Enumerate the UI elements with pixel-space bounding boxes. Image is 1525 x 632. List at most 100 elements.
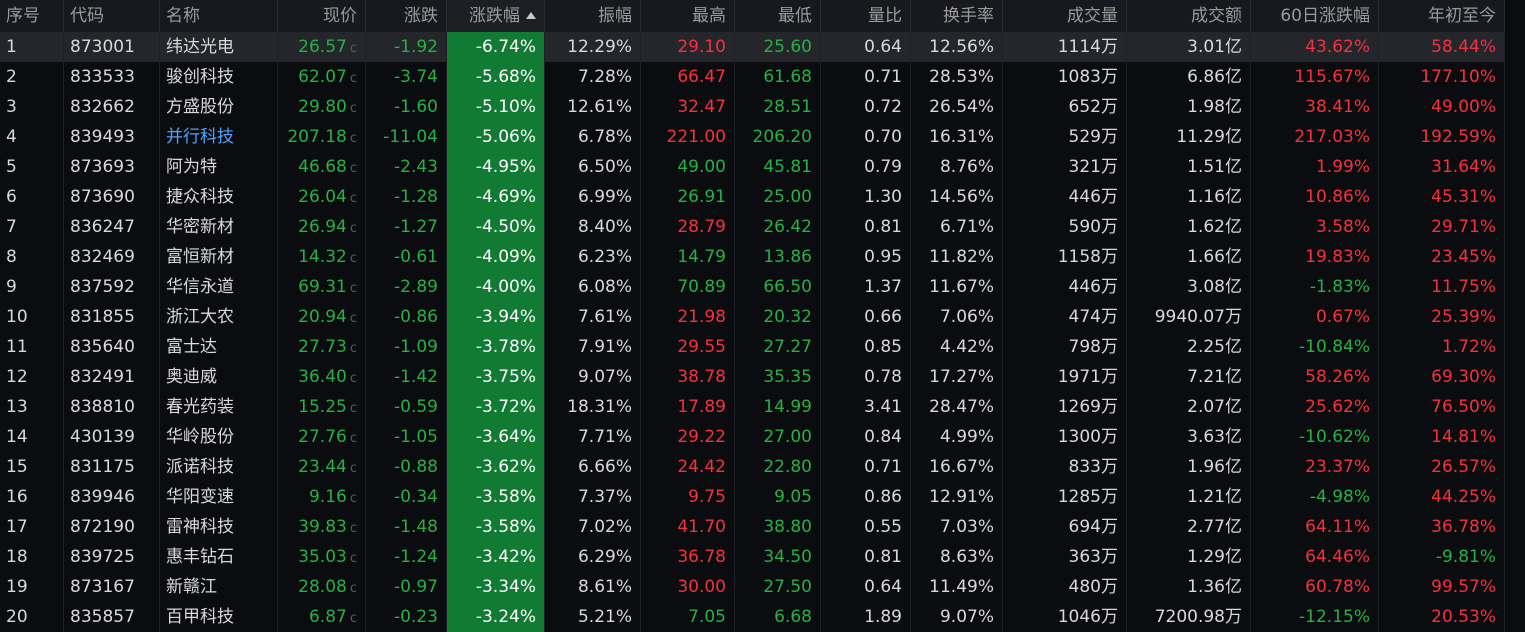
cell-low: 26.42: [735, 212, 821, 242]
cell-turnover: 7.06%: [911, 302, 1003, 332]
cell-seq: 14: [0, 422, 64, 452]
cell-code[interactable]: 837592: [64, 272, 160, 302]
cell-code[interactable]: 873693: [64, 152, 160, 182]
cell-name[interactable]: 惠丰钻石: [160, 542, 278, 572]
cell-name[interactable]: 阿为特: [160, 152, 278, 182]
header-change[interactable]: 涨跌: [366, 0, 447, 32]
table-row[interactable]: 1 873001 纬达光电 26.57 c -1.92 -6.74% 12.29% 29.10 2…: [0, 32, 1525, 62]
cell-code[interactable]: 873690: [64, 182, 160, 212]
cell-turnover: 7.03%: [911, 512, 1003, 542]
cell-pct: -5.06%: [447, 122, 545, 152]
header-low[interactable]: 最低: [735, 0, 821, 32]
cell-change: -1.24: [366, 542, 447, 572]
cell-change: -2.43: [366, 152, 447, 182]
table-row[interactable]: 10 831855 浙江大农 20.94 c -0.86 -3.94% 7.61% 21.98 2…: [0, 302, 1525, 332]
header-pct[interactable]: 涨跌幅: [447, 0, 545, 32]
table-row[interactable]: 7 836247 华密新材 26.94 c -1.27 -4.50% 8.40% 28.79 26…: [0, 212, 1525, 242]
price-suffix: c: [349, 521, 357, 536]
header-amount[interactable]: 成交额: [1127, 0, 1251, 32]
cell-name[interactable]: 浙江大农: [160, 302, 278, 332]
cell-name[interactable]: 富恒新材: [160, 242, 278, 272]
price-suffix: c: [349, 131, 357, 146]
table-row[interactable]: 15 831175 派诺科技 23.44 c -0.88 -3.62% 6.66% 24.42 2…: [0, 452, 1525, 482]
table-row[interactable]: 17 872190 雷神科技 39.83 c -1.48 -3.58% 7.02% 41.70 3…: [0, 512, 1525, 542]
cell-name[interactable]: 华密新材: [160, 212, 278, 242]
cell-seq: 15: [0, 452, 64, 482]
cell-code[interactable]: 835640: [64, 332, 160, 362]
table-row[interactable]: 11 835640 富士达 27.73 c -1.09 -3.78% 7.91% 29.55 27…: [0, 332, 1525, 362]
cell-name[interactable]: 并行科技: [160, 122, 278, 152]
table-row[interactable]: 18 839725 惠丰钻石 35.03 c -1.24 -3.42% 6.29% 36.78 3…: [0, 542, 1525, 572]
table-row[interactable]: 6 873690 捷众科技 26.04 c -1.28 -4.69% 6.99% 26.91 25…: [0, 182, 1525, 212]
cell-name[interactable]: 富士达: [160, 332, 278, 362]
cell-code[interactable]: 832491: [64, 362, 160, 392]
table-row[interactable]: 9 837592 华信永道 69.31 c -2.89 -4.00% 6.08% 70.89 66…: [0, 272, 1525, 302]
header-volume[interactable]: 成交量: [1003, 0, 1127, 32]
table-row[interactable]: 3 832662 方盛股份 29.80 c -1.60 -5.10% 12.61% 32.47 2…: [0, 92, 1525, 122]
cell-code[interactable]: 872190: [64, 512, 160, 542]
table-row[interactable]: 8 832469 富恒新材 14.32 c -0.61 -4.09% 6.23% 14.79 13…: [0, 242, 1525, 272]
cell-name[interactable]: 雷神科技: [160, 512, 278, 542]
cell-turnover: 12.91%: [911, 482, 1003, 512]
cell-name[interactable]: 新赣江: [160, 572, 278, 602]
cell-code[interactable]: 832662: [64, 92, 160, 122]
cell-name[interactable]: 奥迪威: [160, 362, 278, 392]
header-turnover[interactable]: 换手率: [911, 0, 1003, 32]
cell-vol-ratio: 1.89: [821, 602, 911, 632]
cell-code[interactable]: 831175: [64, 452, 160, 482]
cell-code[interactable]: 839493: [64, 122, 160, 152]
cell-code[interactable]: 838810: [64, 392, 160, 422]
cell-name[interactable]: 纬达光电: [160, 32, 278, 62]
cell-amount: 1.62亿: [1127, 212, 1251, 242]
cell-amplitude: 7.37%: [545, 482, 641, 512]
cell-code[interactable]: 832469: [64, 242, 160, 272]
cell-name[interactable]: 华阳变速: [160, 482, 278, 512]
cell-name[interactable]: 华信永道: [160, 272, 278, 302]
cell-name[interactable]: 派诺科技: [160, 452, 278, 482]
table-row[interactable]: 14 430139 华岭股份 27.76 c -1.05 -3.64% 7.71% 29.22 2…: [0, 422, 1525, 452]
cell-name[interactable]: 百甲科技: [160, 602, 278, 632]
cell-code[interactable]: 831855: [64, 302, 160, 332]
price-suffix: c: [349, 281, 357, 296]
header-vol-ratio[interactable]: 量比: [821, 0, 911, 32]
table-row[interactable]: 12 832491 奥迪威 36.40 c -1.42 -3.75% 9.07% 38.78 35…: [0, 362, 1525, 392]
table-row[interactable]: 20 835857 百甲科技 6.87 c -0.23 -3.24% 5.21% 7.05 6.6…: [0, 602, 1525, 632]
table-row[interactable]: 5 873693 阿为特 46.68 c -2.43 -4.95% 6.50% 49.00 45.…: [0, 152, 1525, 182]
cell-low: 27.50: [735, 572, 821, 602]
table-row[interactable]: 19 873167 新赣江 28.08 c -0.97 -3.34% 8.61% 30.00 27…: [0, 572, 1525, 602]
cell-seq: 3: [0, 92, 64, 122]
price-value: 27.76: [298, 427, 347, 447]
cell-code[interactable]: 839725: [64, 542, 160, 572]
cell-code[interactable]: 839946: [64, 482, 160, 512]
cell-name[interactable]: 捷众科技: [160, 182, 278, 212]
table-row[interactable]: 2 833533 骏创科技 62.07 c -3.74 -5.68% 7.28% 66.47 61…: [0, 62, 1525, 92]
cell-volume: 1046万: [1003, 602, 1127, 632]
header-high[interactable]: 最高: [641, 0, 735, 32]
header-price[interactable]: 现价: [278, 0, 366, 32]
cell-name[interactable]: 春光药装: [160, 392, 278, 422]
cell-name[interactable]: 华岭股份: [160, 422, 278, 452]
table-row[interactable]: 4 839493 并行科技 207.18 c -11.04 -5.06% 6.78% 221.0…: [0, 122, 1525, 152]
cell-chg60: 217.03%: [1251, 122, 1379, 152]
cell-ytd: 20.53%: [1379, 602, 1505, 632]
cell-code[interactable]: 873167: [64, 572, 160, 602]
cell-code[interactable]: 835857: [64, 602, 160, 632]
cell-chg60: -1.83%: [1251, 272, 1379, 302]
cell-code[interactable]: 836247: [64, 212, 160, 242]
header-code[interactable]: 代码: [64, 0, 160, 32]
table-row[interactable]: 13 838810 春光药装 15.25 c -0.59 -3.72% 18.31% 17.89…: [0, 392, 1525, 422]
table-row[interactable]: 16 839946 华阳变速 9.16 c -0.34 -3.58% 7.37% 9.75 9.0…: [0, 482, 1525, 512]
cell-name[interactable]: 方盛股份: [160, 92, 278, 122]
header-ytd[interactable]: 年初至今: [1379, 0, 1505, 32]
header-seq[interactable]: 序号: [0, 0, 64, 32]
cell-code[interactable]: 873001: [64, 32, 160, 62]
header-chg60[interactable]: 60日涨跌幅: [1251, 0, 1379, 32]
cell-amount: 7200.98万: [1127, 602, 1251, 632]
cell-code[interactable]: 430139: [64, 422, 160, 452]
cell-ytd: 14.81%: [1379, 422, 1505, 452]
header-name[interactable]: 名称: [160, 0, 278, 32]
cell-pct: -5.68%: [447, 62, 545, 92]
header-amplitude[interactable]: 振幅: [545, 0, 641, 32]
cell-code[interactable]: 833533: [64, 62, 160, 92]
cell-name[interactable]: 骏创科技: [160, 62, 278, 92]
